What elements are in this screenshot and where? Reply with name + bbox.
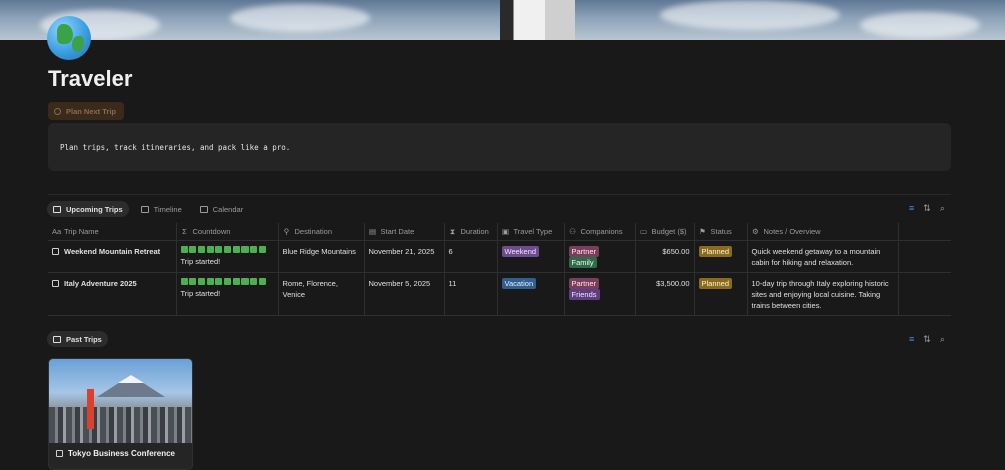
date-icon: ▤: [368, 227, 377, 236]
countdown-progress-bar: [180, 278, 274, 285]
past-trips-toolbar: ≡ ⇅ ⌕: [909, 334, 945, 345]
countdown-progress-bar: [180, 246, 274, 253]
suitcase-icon: [56, 450, 63, 457]
search-icon[interactable]: ⌕: [940, 334, 945, 345]
wallet-icon: ▭: [639, 227, 648, 236]
gear-icon: ⚙: [752, 227, 759, 236]
table-row[interactable]: Italy Adventure 2025 Trip started! Rome,…: [48, 272, 951, 316]
cover-image: [0, 0, 1005, 40]
trip-name-cell[interactable]: Italy Adventure 2025: [48, 272, 176, 316]
start-date-cell[interactable]: November 5, 2025: [363, 272, 444, 316]
status-cell[interactable]: Planned: [693, 240, 747, 273]
suitcase-icon: [52, 248, 59, 255]
suitcase-icon: [52, 280, 59, 287]
hourglass-icon: ⧗: [449, 226, 456, 236]
column-header-status[interactable]: ⚑ Status: [693, 223, 747, 241]
column-header-destination[interactable]: ⚲ Destination: [277, 223, 364, 241]
tab-timeline-label: Timeline: [153, 204, 182, 214]
formula-icon: Σ: [182, 227, 187, 236]
timeline-icon: [140, 205, 149, 213]
card-cover-image: [49, 359, 192, 443]
table-icon: [53, 205, 61, 213]
column-header-travel-type[interactable]: ▣ Travel Type: [496, 223, 564, 241]
tab-calendar[interactable]: Calendar: [194, 201, 249, 217]
empty-cell: [897, 272, 951, 316]
countdown-cell[interactable]: Trip started!: [175, 240, 278, 273]
sort-icon[interactable]: ⇅: [923, 203, 931, 214]
status-cell[interactable]: Planned: [693, 272, 747, 316]
column-header-trip-name[interactable]: Aa Trip Name: [48, 223, 176, 241]
travel-type-tag: Weekend: [501, 246, 540, 257]
column-header-start-date[interactable]: ▤ Start Date: [363, 223, 444, 241]
page-title: Traveler: [48, 66, 133, 91]
pin-icon: ⚲: [283, 227, 290, 236]
status-badge: Planned: [698, 246, 733, 257]
trip-name-cell[interactable]: Weekend Mountain Retreat: [48, 240, 176, 273]
gallery-card[interactable]: Tokyo Business Conference: [48, 358, 193, 470]
empty-cell: [897, 240, 951, 273]
plus-circle-icon: [54, 107, 61, 115]
budget-cell[interactable]: $650.00: [634, 240, 694, 273]
text-icon: Aa: [52, 227, 62, 236]
search-icon[interactable]: ⌕: [940, 203, 945, 214]
callout-text: Plan trips, track itineraries, and pack …: [60, 143, 291, 152]
countdown-cell[interactable]: Trip started!: [175, 272, 278, 316]
tab-calendar-label: Calendar: [212, 204, 244, 214]
divider: [48, 194, 951, 195]
upcoming-trips-table: Aa Trip Name Σ Countdown ⚲ Destination ▤ Sta…: [48, 223, 951, 316]
countdown-text: Trip started!: [180, 257, 221, 266]
tab-past-trips-label: Past Trips: [66, 334, 102, 344]
column-header-duration[interactable]: ⧗ Duration: [443, 223, 497, 241]
card-title: Tokyo Business Conference: [56, 449, 175, 458]
calendar-icon: [199, 205, 208, 213]
duration-cell[interactable]: 11: [443, 272, 497, 316]
sort-icon[interactable]: ⇅: [923, 334, 931, 345]
companion-tag: Partner: [568, 246, 600, 257]
travel-type-cell[interactable]: Vacation: [496, 272, 564, 316]
column-header-companions[interactable]: ⚇ Companions: [563, 223, 635, 241]
companion-tag: Friends: [568, 289, 600, 300]
budget-cell[interactable]: $3,500.00: [634, 272, 694, 316]
duration-cell[interactable]: 6: [443, 240, 497, 273]
card-title-text: Tokyo Business Conference: [68, 449, 175, 458]
destination-cell[interactable]: Rome, Florence, Venice: [277, 272, 364, 316]
table-header-row: Aa Trip Name Σ Countdown ⚲ Destination ▤ Sta…: [48, 223, 951, 241]
status-badge: Planned: [698, 278, 733, 289]
travel-type-cell[interactable]: Weekend: [496, 240, 564, 273]
countdown-text: Trip started!: [180, 289, 221, 298]
start-date-cell[interactable]: November 21, 2025: [363, 240, 444, 273]
column-header-notes[interactable]: ⚙ Notes / Overview: [746, 223, 898, 241]
table-row[interactable]: Weekend Mountain Retreat Trip started! B…: [48, 240, 951, 273]
view-tabs: Upcoming Trips Timeline Calendar: [47, 201, 249, 217]
plan-next-trip-label: Plan Next Trip: [66, 106, 117, 116]
tab-timeline[interactable]: Timeline: [135, 201, 188, 217]
notes-cell[interactable]: 10-day trip through Italy exploring hist…: [746, 272, 898, 316]
destination-cell[interactable]: Blue Ridge Mountains: [277, 240, 364, 273]
companions-cell[interactable]: PartnerFamily: [563, 240, 635, 273]
travel-type-tag: Vacation: [501, 278, 537, 289]
filter-icon[interactable]: ≡: [909, 334, 914, 345]
tab-upcoming-trips[interactable]: Upcoming Trips: [47, 201, 129, 217]
gallery-icon: [53, 335, 61, 343]
globe-icon[interactable]: [47, 16, 91, 60]
description-callout: Plan trips, track itineraries, and pack …: [48, 123, 951, 171]
companion-tag: Partner: [568, 278, 600, 289]
companions-cell[interactable]: PartnerFriends: [563, 272, 635, 316]
column-header-countdown[interactable]: Σ Countdown: [175, 223, 278, 241]
filter-icon[interactable]: ≡: [909, 203, 914, 214]
column-header-empty: [897, 223, 951, 241]
database-toolbar: ≡ ⇅ ⌕: [909, 203, 945, 214]
tab-past-trips[interactable]: Past Trips: [47, 331, 108, 347]
plan-next-trip-button[interactable]: Plan Next Trip: [48, 102, 125, 120]
column-header-budget[interactable]: ▭ Budget ($): [634, 223, 694, 241]
companion-tag: Family: [568, 257, 597, 268]
notes-cell[interactable]: Quick weekend getaway to a mountain cabi…: [746, 240, 898, 273]
people-icon: ⚇: [569, 227, 576, 236]
tab-upcoming-trips-label: Upcoming Trips: [66, 204, 123, 214]
status-icon: ⚑: [699, 227, 706, 236]
bus-icon: ▣: [501, 227, 510, 236]
